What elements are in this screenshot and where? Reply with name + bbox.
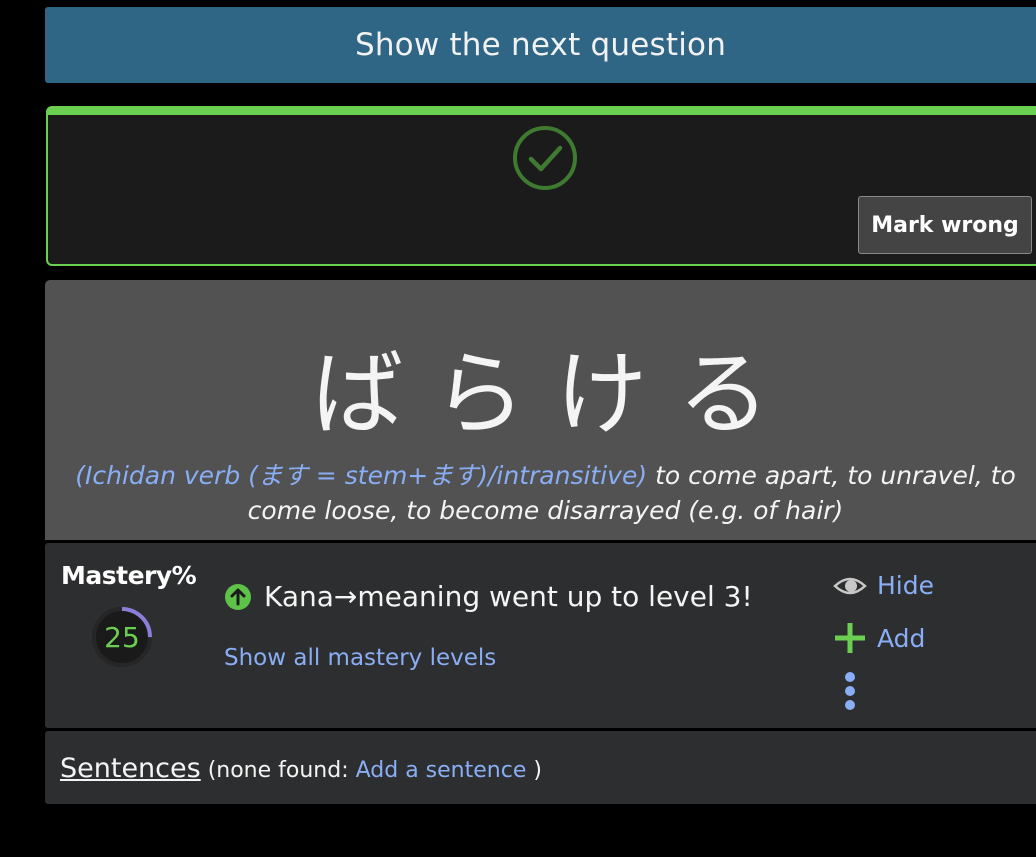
sentences-panel: Sentences (none found: Add a sentence ) [45,731,1036,804]
hide-label: Hide [877,571,934,600]
word-meaning: (Ichidan verb (ます = stem+ます)/intransitiv… [75,458,1016,528]
close-paren: ) [637,461,648,490]
add-sentence-link[interactable]: Add a sentence [356,758,527,783]
sentences-title-link[interactable]: Sentences [60,753,201,784]
mastery-percent: 25 [104,620,140,654]
mastery-title: Mastery% [61,561,197,590]
add-label: Add [877,623,926,653]
plus-icon [835,623,865,653]
sentences-line: Sentences (none found: Add a sentence ) [60,753,542,784]
show-all-mastery-levels-link[interactable]: Show all mastery levels [224,645,496,671]
open-paren: ( [75,461,85,490]
mark-wrong-button[interactable]: Mark wrong [858,196,1032,254]
sentences-none-found: (none found: [200,758,356,783]
word-card: ばらける (Ichidan verb (ます = stem+ます)/intran… [45,280,1036,540]
show-next-question-button[interactable]: Show the next question [45,7,1036,83]
level-up-message: Kana→meaning went up to level 3! [264,580,753,613]
check-circle-icon [513,126,577,190]
hide-button[interactable]: Hide [833,571,934,600]
answer-result-box: Mark wrong [46,106,1036,266]
part-of-speech: Ichidan verb (ます = stem+ます)/intransitive [84,461,638,490]
level-up-arrow-icon [225,584,251,610]
more-options-icon[interactable] [843,671,857,711]
eye-icon [833,577,867,594]
word-kana: ばらける [311,341,800,448]
sentences-suffix: ) [526,758,542,783]
mastery-panel: Mastery% 25 Kana→meaning went up to leve… [45,543,1036,728]
add-button[interactable]: Add [833,621,925,655]
